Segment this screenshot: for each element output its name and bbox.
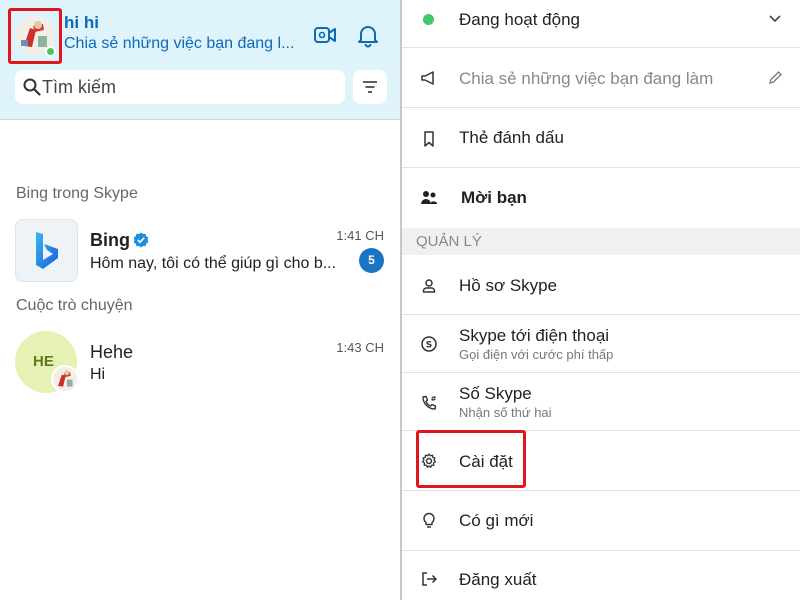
section-title-conversations: Cuộc trò chuyện [16,297,133,314]
menu-item-skype-profile[interactable]: Hồ sơ Skype [402,255,800,315]
chevron-down-icon [769,15,781,23]
skype-profile-label: Hồ sơ Skype [459,276,558,295]
bookmarks-label: Thẻ đánh dấu [459,128,564,147]
chat-item-hehe[interactable]: HE Hehe Hi 1:43 CH [0,331,400,405]
profile-name[interactable]: hi hi [64,13,99,33]
phone-number-icon: # [422,395,437,410]
status-selector[interactable]: Đang hoạt động [402,0,800,48]
lightbulb-icon [423,512,435,528]
skype-credit-icon: S [421,336,437,352]
settings-highlight-box [416,430,526,488]
filter-icon [363,81,377,93]
invite-label: Mời bạn [461,188,527,207]
chat-name: Bing [90,230,130,250]
manage-section-title: QUẢN LÝ [416,233,482,250]
search-placeholder: Tìm kiếm [42,77,116,97]
manage-section-header: QUẢN LÝ [402,228,800,255]
filter-button[interactable] [353,70,387,104]
profile-icon [422,279,436,293]
menu-item-whats-new[interactable]: Có gì mới [402,491,800,551]
verified-badge-icon [133,232,149,248]
chat-preview: Hôm nay, tôi có thể giúp gì cho b... [90,255,337,272]
menu-item-skype-number[interactable]: # Số Skype Nhận số thứ hai [402,373,800,431]
chat-list-pane: hi hi Chia sẻ những việc bạn đang l... T… [0,0,400,600]
sign-out-label: Đăng xuất [459,570,537,589]
menu-item-invite[interactable]: Mời bạn [402,168,800,228]
profile-header: hi hi Chia sẻ những việc bạn đang l... T… [0,0,400,120]
edit-pencil-icon[interactable] [768,70,783,85]
status-label: Đang hoạt động [459,10,580,29]
bookmark-icon [424,131,434,147]
search-icon [23,78,41,96]
svg-text:#: # [431,395,437,403]
status-online-icon [423,14,434,25]
svg-text:S: S [426,341,432,351]
megaphone-icon [421,71,434,85]
invite-people-icon [421,191,437,204]
chat-name: Hehe [90,342,134,362]
sign-out-icon [422,572,438,586]
notification-bell-icon[interactable] [355,22,381,48]
profile-mood[interactable]: Chia sẻ những việc bạn đang l... [64,35,296,53]
section-title-bing: Bing trong Skype [16,185,138,202]
bing-logo-icon [15,219,78,282]
skype-to-phone-subtitle: Gọi điện với cước phí thấp [459,347,614,362]
video-call-icon[interactable] [312,22,338,48]
menu-item-sign-out[interactable]: Đăng xuất [402,551,800,600]
search-input[interactable]: Tìm kiếm [15,70,345,104]
menu-item-bookmarks[interactable]: Thẻ đánh dấu [402,108,800,168]
chat-time: 1:43 CH [336,340,384,355]
unread-badge: 5 [359,248,384,273]
group-initials: HE [33,353,54,370]
profile-avatar-highlight[interactable] [8,8,62,64]
whats-new-label: Có gì mới [459,511,534,530]
online-status-dot [45,46,56,57]
chat-time: 1:41 CH [336,228,384,243]
menu-item-skype-to-phone[interactable]: S Skype tới điện thoại Gọi điện với cước… [402,315,800,373]
skype-to-phone-label: Skype tới điện thoại [459,326,610,345]
mood-message-row[interactable]: Chia sẻ những việc bạn đang làm [402,48,800,108]
chat-item-bing[interactable]: Bing Hôm nay, tôi có thể giúp gì cho b..… [0,219,400,293]
skype-number-subtitle: Nhận số thứ hai [459,405,552,420]
skype-number-label: Số Skype [459,384,532,403]
mood-placeholder: Chia sẻ những việc bạn đang làm [459,69,714,88]
member-avatar [51,365,79,393]
chat-preview: Hi [90,366,106,383]
profile-menu-pane: Đang hoạt động Chia sẻ những việc bạn đa… [402,0,800,600]
